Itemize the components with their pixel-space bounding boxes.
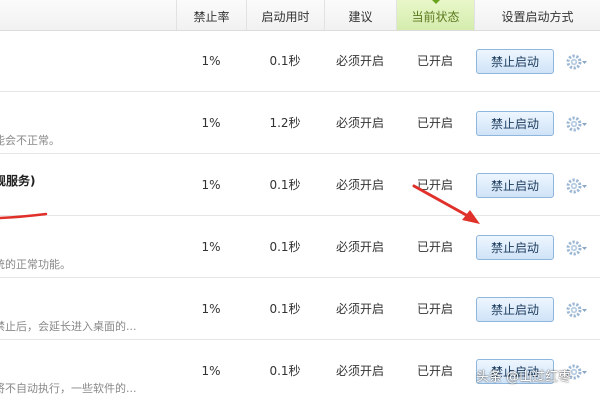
time-value: 0.1秒 xyxy=(269,240,301,254)
rate-value: 1% xyxy=(201,364,221,378)
rate-value: 1% xyxy=(201,54,221,68)
advice-value: 必须开启 xyxy=(335,54,384,68)
table-header: 禁止率 启动用时 建议 当前状态 设置启动方式 xyxy=(0,0,600,31)
advice-value: 必须开启 xyxy=(335,116,384,130)
column-header-status-label: 当前状态 xyxy=(411,10,460,24)
item-description: 将不自动执行，一些软件的... xyxy=(0,382,137,395)
advice-value: 必须开启 xyxy=(335,178,384,192)
table-row: 能会不正常。 1% 1.2秒 必须开启 已开启 禁止启动 xyxy=(0,92,600,154)
gear-icon[interactable] xyxy=(566,300,588,320)
rate-value: 1% xyxy=(201,116,221,130)
status-value: 已开启 xyxy=(416,364,453,378)
disable-startup-button[interactable]: 禁止启动 xyxy=(476,297,554,322)
table-row: 1% 0.1秒 必须开启 已开启 禁止启动 xyxy=(0,30,600,92)
time-value: 1.2秒 xyxy=(269,116,301,130)
disable-startup-button[interactable]: 禁止启动 xyxy=(476,173,554,198)
column-header-rate[interactable]: 禁止率 xyxy=(176,0,246,30)
table-row: 统的正常功能。 1% 0.1秒 必须开启 已开启 禁止启动 xyxy=(0,216,600,278)
table-row: 规服务) 1% 0.1秒 必须开启 已开启 禁止启动 xyxy=(0,154,600,216)
rate-value: 1% xyxy=(201,178,221,192)
item-name: 规服务) xyxy=(0,174,36,188)
rate-value: 1% xyxy=(201,240,221,254)
item-description: 能会不正常。 xyxy=(0,134,60,147)
column-header-advice[interactable]: 建议 xyxy=(324,0,396,30)
red-arrow-icon xyxy=(412,184,480,224)
table-row: 禁止后，会延长进入桌面的... 1% 0.1秒 必须开启 已开启 禁止启动 xyxy=(0,278,600,340)
item-description: 禁止后，会延长进入桌面的... xyxy=(0,320,137,333)
disable-startup-button[interactable]: 禁止启动 xyxy=(476,49,554,74)
time-value: 0.1秒 xyxy=(269,302,301,316)
watermark: 头条 @山过红枣 xyxy=(476,370,572,385)
gear-icon[interactable] xyxy=(566,52,588,72)
status-value: 已开启 xyxy=(416,116,453,130)
sort-arrow-icon xyxy=(431,0,440,4)
gear-icon[interactable] xyxy=(566,114,588,134)
time-value: 0.1秒 xyxy=(269,54,301,68)
disable-startup-button[interactable]: 禁止启动 xyxy=(476,235,554,260)
advice-value: 必须开启 xyxy=(335,240,384,254)
gear-icon[interactable] xyxy=(566,176,588,196)
annotation-line xyxy=(0,212,48,220)
item-description: 统的正常功能。 xyxy=(0,258,71,271)
column-header-status[interactable]: 当前状态 xyxy=(396,0,474,30)
gear-icon[interactable] xyxy=(566,238,588,258)
disable-startup-button[interactable]: 禁止启动 xyxy=(476,111,554,136)
advice-value: 必须开启 xyxy=(335,302,384,316)
time-value: 0.1秒 xyxy=(269,364,301,378)
advice-value: 必须开启 xyxy=(335,364,384,378)
status-value: 已开启 xyxy=(416,302,453,316)
rate-value: 1% xyxy=(201,302,221,316)
column-header-setting: 设置启动方式 xyxy=(474,0,600,30)
column-header-time[interactable]: 启动用时 xyxy=(246,0,324,30)
time-value: 0.1秒 xyxy=(269,178,301,192)
status-value: 已开启 xyxy=(416,54,453,68)
